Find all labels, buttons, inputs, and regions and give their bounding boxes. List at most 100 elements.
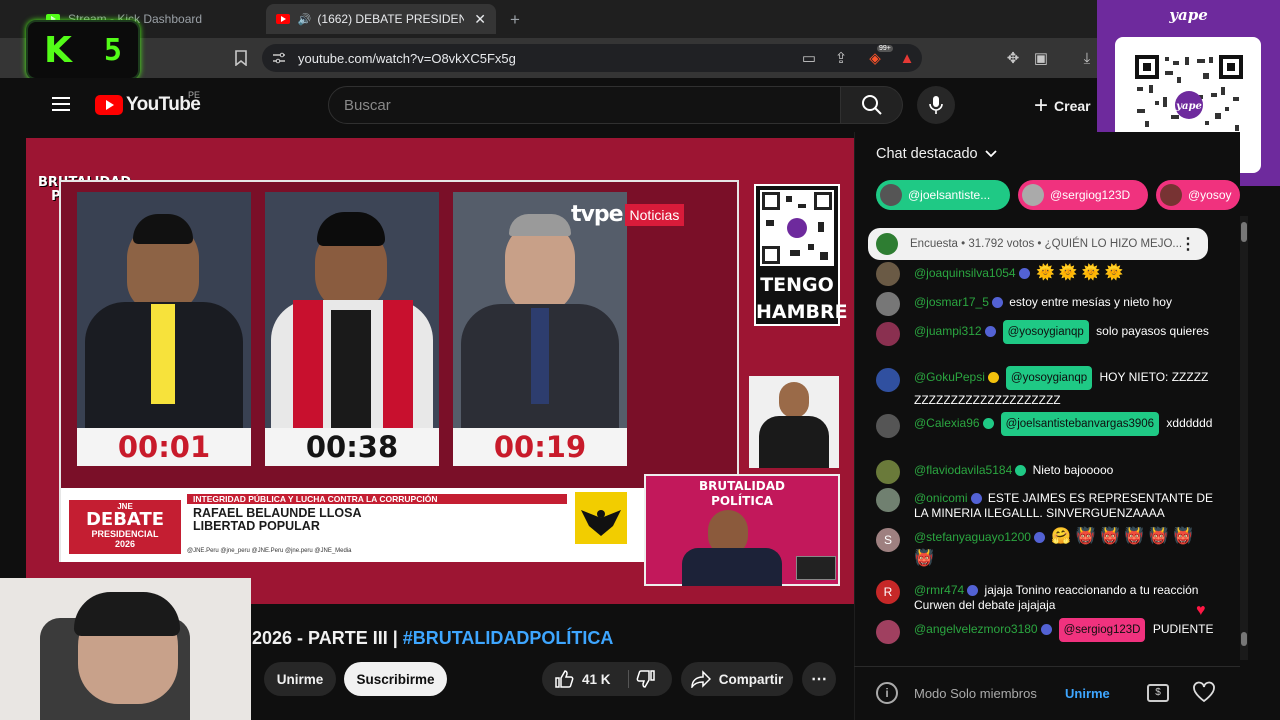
chat-footer-divider bbox=[854, 666, 1240, 667]
kick-viewer-overlay: K 5 bbox=[26, 20, 140, 80]
kick-viewer-count: 5 bbox=[103, 32, 122, 68]
chat-username[interactable]: @GokuPepsi bbox=[914, 370, 985, 384]
pinned-chip-2[interactable]: @sergiog123D bbox=[1018, 180, 1148, 210]
create-button[interactable]: + Crear bbox=[1034, 92, 1091, 120]
site-settings-icon[interactable] bbox=[268, 47, 290, 69]
video-title: 2026 - PARTE III | #BRUTALIDADPOLÍTICA bbox=[252, 628, 613, 649]
microphone-icon bbox=[929, 96, 943, 114]
hunger-line-2: HAMBRE bbox=[756, 301, 848, 323]
debate-topic-bar: INTEGRIDAD PÚBLICA Y LUCHA CONTRA LA COR… bbox=[187, 494, 567, 504]
dislike-button[interactable] bbox=[636, 669, 656, 692]
chat-message: @juampi312 @yosoygianqp solo payasos quie… bbox=[876, 320, 1216, 362]
mention-chip[interactable]: @joelsantistebanvargas3906 bbox=[1000, 412, 1160, 436]
mention-chip[interactable]: @yosoygianqp bbox=[1002, 320, 1089, 344]
chat-username[interactable]: @Calexia96 bbox=[914, 416, 980, 430]
timer-candidate-2: 00:38 bbox=[265, 428, 439, 466]
chat-username[interactable]: @angelvelezmoro3180 bbox=[914, 622, 1038, 636]
chat-mode-selector[interactable]: Chat destacado bbox=[876, 146, 998, 162]
chat-username[interactable]: @joaquinsilva1054 bbox=[914, 266, 1016, 280]
svg-text:yape: yape bbox=[1175, 101, 1202, 112]
chat-text: xdddddd bbox=[1166, 416, 1213, 430]
share-label: Compartir bbox=[718, 671, 784, 687]
info-icon[interactable]: i bbox=[876, 682, 898, 704]
chat-message: @flaviodavila5184 Nieto bajooooo bbox=[876, 460, 1216, 484]
member-badge-icon bbox=[1040, 624, 1052, 635]
sign-language-interpreter bbox=[749, 376, 839, 468]
hashtag-link[interactable]: #BRUTALIDADPOLÍTICA bbox=[403, 628, 614, 648]
brave-rewards-icon[interactable]: ▲ bbox=[896, 47, 918, 69]
tab-youtube-debate[interactable]: 🔊 (1662) DEBATE PRESIDENCIAL ✕ bbox=[266, 4, 496, 34]
avatar bbox=[876, 460, 900, 484]
candidate-camera-1 bbox=[77, 192, 251, 428]
video-player[interactable]: BRUTALIDAD POLÍTICA bbox=[26, 138, 854, 604]
chat-message: @joaquinsilva1054 🌞 🌞 🌞 🌞 bbox=[876, 262, 1216, 286]
member-badge-icon bbox=[1015, 465, 1027, 476]
search-input[interactable]: Buscar bbox=[328, 86, 841, 124]
pinned-chip-3[interactable]: @yosoy bbox=[1156, 180, 1240, 210]
streamer-reaction-camera: BRUTALIDAD POLÍTICA bbox=[644, 474, 840, 586]
youtube-logo[interactable]: YouTube bbox=[95, 94, 201, 116]
bookmark-icon[interactable] bbox=[230, 47, 252, 69]
mention-chip[interactable]: @sergiog123D bbox=[1058, 618, 1146, 642]
member-badge-icon bbox=[991, 297, 1003, 308]
search-icon bbox=[861, 95, 882, 115]
chat-message: @Calexia96 @joelsantistebanvargas3906 xdd… bbox=[876, 412, 1216, 454]
chat-username[interactable]: @flaviodavila5184 bbox=[914, 463, 1012, 477]
cast-icon[interactable]: ▭ bbox=[798, 47, 820, 69]
avatar bbox=[1160, 184, 1182, 206]
member-badge-icon bbox=[967, 585, 979, 596]
close-tab-icon[interactable]: ✕ bbox=[474, 11, 486, 28]
avatar bbox=[876, 322, 900, 346]
scrollbar-thumb-bottom[interactable] bbox=[1241, 632, 1247, 646]
extensions-icon[interactable]: ✥ bbox=[1002, 47, 1024, 69]
presidencial-word: PRESIDENCIAL bbox=[91, 529, 159, 539]
scrollbar-thumb[interactable] bbox=[1241, 222, 1247, 242]
chat-text: 🌞 🌞 🌞 🌞 bbox=[1035, 264, 1124, 281]
noticias-label: Noticias bbox=[624, 203, 685, 226]
search-button[interactable] bbox=[841, 86, 903, 124]
pinned-chip-1[interactable]: @joelsantiste... bbox=[876, 180, 1010, 210]
chat-join-link[interactable]: Unirme bbox=[1065, 686, 1110, 701]
avatar: R bbox=[876, 580, 900, 604]
super-chat-icon[interactable]: $ bbox=[1147, 684, 1169, 702]
avatar bbox=[876, 620, 900, 644]
more-actions-icon[interactable]: ⋯ bbox=[802, 662, 836, 696]
heart-button-icon[interactable] bbox=[1192, 681, 1216, 708]
chat-username[interactable]: @onicomi bbox=[914, 491, 968, 505]
like-button[interactable]: 41 K bbox=[554, 669, 611, 689]
like-dislike-group: 41 K bbox=[542, 662, 672, 696]
join-button[interactable]: Unirme bbox=[264, 662, 336, 696]
avatar bbox=[876, 262, 900, 286]
subscribe-button[interactable]: Suscribirme bbox=[344, 662, 447, 696]
download-icon[interactable]: ⤓ bbox=[1076, 47, 1098, 69]
share-page-icon[interactable]: ⇪ bbox=[830, 47, 852, 69]
webcam-overlay bbox=[0, 578, 251, 720]
chat-username[interactable]: @rmr474 bbox=[914, 583, 964, 597]
address-bar[interactable]: youtube.com/watch?v=O8vkXC5Fx5g bbox=[262, 44, 922, 72]
voice-search-button[interactable] bbox=[917, 86, 955, 124]
sidebar-icon[interactable]: ▣ bbox=[1030, 47, 1052, 69]
chat-text: PUDIENTE bbox=[1152, 622, 1214, 636]
chat-poll-banner[interactable]: Encuesta • 31.792 votos • ¿QUIÉN LO HIZO… bbox=[868, 228, 1208, 260]
heart-reaction-icon: ♥ bbox=[1196, 602, 1206, 619]
create-label: Crear bbox=[1054, 98, 1091, 114]
new-tab-icon[interactable]: + bbox=[510, 10, 520, 30]
chat-username[interactable]: @juampi312 bbox=[914, 324, 982, 338]
share-button[interactable]: Compartir bbox=[681, 662, 793, 696]
chat-text: solo payasos quieres bbox=[1096, 324, 1209, 338]
party-logo-icon bbox=[575, 492, 627, 544]
chat-username[interactable]: @josmar17_5 bbox=[914, 295, 989, 309]
chat-message: S @stefanyaguayo1200 🤗 👹 👹 👹 👹 👹 👹 bbox=[876, 528, 1216, 572]
chat-username[interactable]: @stefanyaguayo1200 bbox=[914, 530, 1031, 544]
poll-avatar bbox=[876, 233, 898, 255]
mention-chip[interactable]: @yosoygianqp bbox=[1005, 366, 1093, 390]
poll-more-icon[interactable]: ⋮ bbox=[1180, 234, 1196, 254]
chevron-down-icon bbox=[984, 150, 997, 158]
pinned-chip-label: @yosoy bbox=[1188, 188, 1232, 202]
chat-scrollbar[interactable] bbox=[1240, 216, 1248, 660]
avatar bbox=[876, 368, 900, 392]
menu-icon[interactable] bbox=[52, 96, 70, 112]
avatar bbox=[876, 488, 900, 512]
plus-icon: + bbox=[1034, 92, 1049, 119]
tvperu-noticias-tag: tvpe Noticias bbox=[571, 202, 685, 227]
